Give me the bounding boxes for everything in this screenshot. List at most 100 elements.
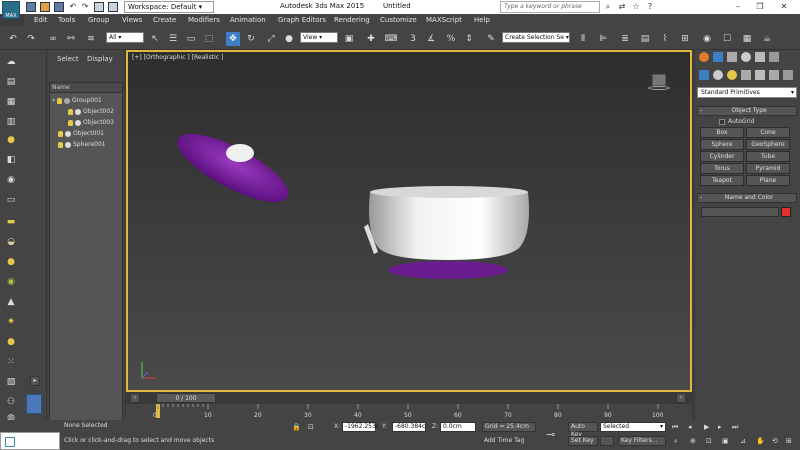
- prev-key-icon[interactable]: ◂: [688, 423, 692, 431]
- menu-group[interactable]: Group: [88, 14, 109, 26]
- cone-button[interactable]: Cone: [746, 127, 790, 138]
- cameras-icon[interactable]: [741, 70, 751, 80]
- lights-icon[interactable]: [727, 70, 737, 80]
- redo-icon[interactable]: ↷: [24, 32, 38, 46]
- bowl-rim[interactable]: [370, 186, 528, 198]
- modify-tab-icon[interactable]: [713, 52, 723, 62]
- strip-tool-4-icon[interactable]: ▥: [4, 116, 18, 128]
- layer-manager-icon[interactable]: ≣: [618, 32, 632, 46]
- schematic-view-icon[interactable]: ⊞: [678, 32, 692, 46]
- manipulate-icon[interactable]: ✚: [364, 32, 378, 46]
- maxscript-listener[interactable]: [0, 432, 60, 450]
- zoom-icon[interactable]: ⌕: [674, 437, 678, 446]
- zoom-extents-all-icon[interactable]: ▣: [722, 437, 729, 445]
- plane-button[interactable]: Plane: [746, 175, 790, 186]
- y-coordinate-field[interactable]: -680.384c: [392, 422, 426, 432]
- play-icon[interactable]: ▶: [704, 423, 709, 431]
- list-item-object002[interactable]: Object002: [50, 106, 122, 117]
- scene-canvas[interactable]: [128, 52, 690, 390]
- expand-arrow-icon[interactable]: ▸: [30, 376, 40, 386]
- camera-icon[interactable]: ◧: [4, 154, 18, 166]
- window-crossing-icon[interactable]: ⬚: [202, 32, 216, 46]
- named-selection-dropdown[interactable]: Create Selection Se ▾: [502, 32, 570, 43]
- key-icon[interactable]: ⊸: [546, 428, 555, 441]
- tube-button[interactable]: Tube: [746, 151, 790, 162]
- light-bulb-icon[interactable]: [68, 108, 73, 115]
- light-bulb-icon[interactable]: [58, 130, 63, 137]
- sphere-button[interactable]: Sphere: [700, 139, 744, 150]
- light-bulb-icon[interactable]: [57, 97, 62, 104]
- light-bulb-icon[interactable]: [68, 119, 73, 126]
- help-icon[interactable]: ?: [645, 2, 655, 12]
- search-input[interactable]: Type a keyword or phrase: [500, 1, 600, 13]
- viewcube-icon[interactable]: [648, 74, 670, 92]
- minimize-button[interactable]: –: [727, 0, 749, 14]
- menu-maxscript[interactable]: MAXScript: [426, 14, 462, 26]
- next-key-icon[interactable]: ▸: [718, 423, 722, 431]
- set-key-button[interactable]: Set Key: [568, 436, 598, 446]
- new-file-icon[interactable]: [26, 2, 36, 12]
- utilities-tab-icon[interactable]: [769, 52, 779, 62]
- torus-icon[interactable]: ◉: [4, 276, 18, 288]
- sun-icon[interactable]: ✷: [4, 316, 18, 328]
- workspace-dropdown[interactable]: Workspace: Default ▾: [124, 1, 214, 13]
- goto-start-icon[interactable]: ⏮: [672, 423, 678, 432]
- bowl-body[interactable]: [369, 192, 529, 260]
- particles-icon[interactable]: ⁙: [4, 356, 18, 368]
- explorer-toggle-icon[interactable]: [26, 394, 42, 414]
- x-coordinate-field[interactable]: -1962.253c: [342, 422, 379, 432]
- strip-tool-16-icon[interactable]: ▧: [4, 376, 18, 388]
- box-button[interactable]: Box: [700, 127, 744, 138]
- category-dropdown[interactable]: Standard Primitives ▾: [697, 87, 797, 98]
- align-icon[interactable]: ⊫: [596, 32, 610, 46]
- undo-icon[interactable]: ↶: [6, 32, 20, 46]
- pyramid-button[interactable]: Pyramid: [746, 163, 790, 174]
- exchange-icon[interactable]: ⇄: [617, 2, 627, 12]
- sphere-icon[interactable]: ●: [4, 256, 18, 268]
- strip-tool-1-icon[interactable]: ☁: [4, 56, 18, 68]
- add-time-tag-button[interactable]: Add Time Tag: [482, 437, 536, 447]
- graphite-toggle-icon[interactable]: ▤: [638, 32, 652, 46]
- bowl-object[interactable]: [364, 186, 529, 279]
- star-icon[interactable]: ☆: [631, 2, 641, 12]
- rollout-object-type[interactable]: - Object Type: [697, 106, 797, 116]
- spinner-snap-icon[interactable]: ⇕: [462, 32, 476, 46]
- undo-icon[interactable]: ↶: [68, 2, 78, 12]
- timeline-ruler[interactable]: 0 10 20 30 40 50 60 70 80 90 100: [126, 404, 692, 420]
- render-production-icon[interactable]: ☕: [760, 32, 774, 46]
- lid-knob[interactable]: [226, 144, 254, 162]
- reference-coordinate-dropdown[interactable]: View ▾: [300, 32, 338, 43]
- goto-end-icon[interactable]: ⏭: [732, 423, 738, 432]
- strip-tool-7-icon[interactable]: ◉: [4, 174, 18, 186]
- field-of-view-icon[interactable]: ⊿: [740, 437, 746, 445]
- people-icon[interactable]: ⚇: [4, 396, 18, 408]
- next-frame-icon[interactable]: ›: [676, 393, 686, 403]
- select-and-scale-icon[interactable]: ⤢: [264, 32, 278, 46]
- time-slider[interactable]: ‹ 0 / 100 ›: [126, 392, 692, 404]
- cone-icon[interactable]: ▲: [4, 296, 18, 308]
- teapot-icon[interactable]: ◒: [4, 236, 18, 248]
- close-button[interactable]: ✕: [773, 0, 795, 14]
- checkbox-icon[interactable]: [719, 118, 725, 125]
- rendered-frame-window-icon[interactable]: ▦: [740, 32, 754, 46]
- select-by-name-icon[interactable]: ☰: [166, 32, 180, 46]
- cylinder-button[interactable]: Cylinder: [700, 151, 744, 162]
- object-name-input[interactable]: [701, 207, 779, 217]
- menu-create[interactable]: Create: [153, 14, 176, 26]
- angle-snap-icon[interactable]: ∡: [424, 32, 438, 46]
- menu-customize[interactable]: Customize: [380, 14, 417, 26]
- light-icon[interactable]: ●: [4, 134, 18, 146]
- absolute-mode-icon[interactable]: ⊡: [308, 423, 314, 431]
- maximize-viewport-icon[interactable]: ⊞: [786, 437, 792, 445]
- z-coordinate-field[interactable]: 0.0cm: [440, 422, 476, 432]
- strip-tool-9-icon[interactable]: ▬: [4, 216, 18, 228]
- open-file-icon[interactable]: [40, 2, 50, 12]
- strip-tool-8-icon[interactable]: ▭: [4, 194, 18, 206]
- geometry-icon[interactable]: [699, 70, 709, 80]
- spacewarps-icon[interactable]: [769, 70, 779, 80]
- list-item-object001[interactable]: Object001: [50, 128, 122, 139]
- curve-editor-icon[interactable]: ⌇: [658, 32, 672, 46]
- zoom-all-icon[interactable]: ⊕: [690, 437, 696, 445]
- redo-icon[interactable]: ↷: [80, 2, 90, 12]
- systems-icon[interactable]: [783, 70, 793, 80]
